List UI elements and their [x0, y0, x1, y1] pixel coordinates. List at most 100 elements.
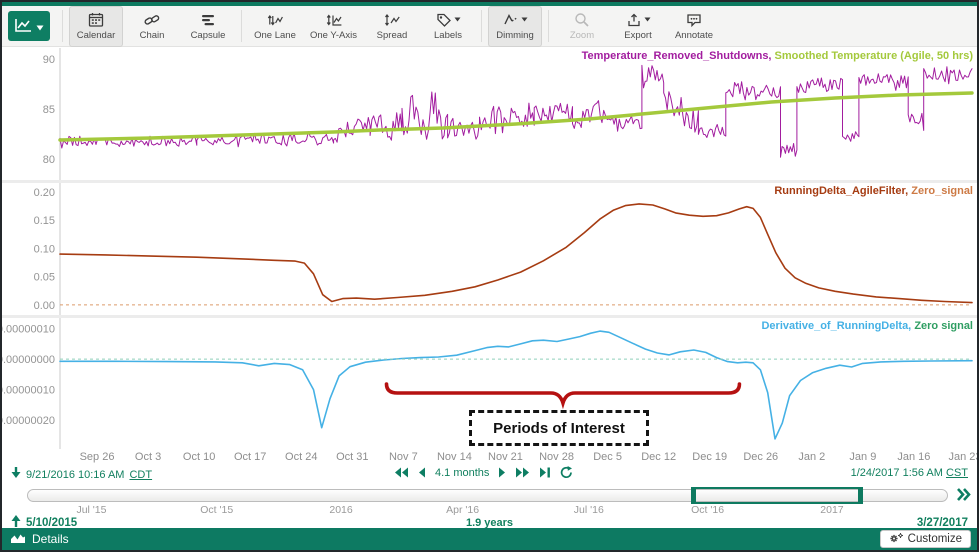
y-tick-label: 0.00000010: [2, 324, 55, 336]
refresh-icon[interactable]: [560, 466, 573, 479]
toolbar: Calendar Chain Capsule One Lane One Y-Axis Sp…: [2, 6, 977, 47]
x-axis-label: Dec 19: [692, 451, 727, 463]
x-axis-label: Jan 2: [798, 451, 825, 463]
toolbar-button-export[interactable]: Export: [611, 6, 665, 47]
trend-chart-area[interactable]: 9085800.200.150.100.050.000.000000100.00…: [2, 47, 979, 464]
toolbar-button-capsule[interactable]: Capsule: [181, 6, 235, 47]
trend-chart-icon: [14, 17, 33, 36]
toolbar-button-spread[interactable]: Spread: [365, 6, 419, 47]
legend-item[interactable]: Zero_signal: [911, 185, 973, 197]
timeline-selection-handle[interactable]: [692, 487, 862, 504]
step-forward-full-button[interactable]: [515, 467, 530, 478]
annotate-icon: [686, 11, 702, 28]
x-axis-label: Jan 16: [897, 451, 930, 463]
calendar-icon: [88, 11, 104, 28]
toolbar-button-label: Zoom: [570, 30, 594, 41]
details-bar: Details Customize: [2, 528, 977, 550]
trend-lanes-plot[interactable]: 9085800.200.150.100.050.000.000000100.00…: [2, 47, 979, 464]
toolbar-button-label: Capsule: [191, 30, 226, 41]
toolbar-button-label: Labels: [434, 30, 462, 41]
y-tick-label: 0.00: [34, 300, 55, 312]
timeline-label: Oct '15: [200, 504, 233, 516]
x-axis-label: Nov 28: [539, 451, 574, 463]
range-start-date: 5/10/2015: [26, 517, 77, 529]
toolbar-button-labels[interactable]: Labels: [421, 6, 475, 47]
x-axis-label: Nov 21: [488, 451, 523, 463]
step-to-end-button[interactable]: [539, 467, 551, 478]
toolbar-button-label: Spread: [377, 30, 408, 41]
seeq-trend-window: Calendar Chain Capsule One Lane One Y-Axis Sp…: [0, 0, 979, 552]
timeline-label: 2016: [329, 504, 352, 516]
lane-separator: [2, 180, 979, 183]
y-tick-label: 85: [43, 104, 55, 116]
y-tick-label: 0.15: [34, 215, 55, 227]
brace-annotation: [386, 384, 739, 403]
y-tick-label: 90: [43, 54, 55, 66]
step-forward-button[interactable]: [498, 467, 506, 478]
x-axis-label: Nov 14: [437, 451, 472, 463]
toolbar-button-chain[interactable]: Chain: [125, 6, 179, 47]
chevron-down-icon: [36, 19, 44, 34]
toolbar-separator: [548, 10, 549, 42]
chain-icon: [144, 11, 160, 28]
toolbar-button-one-lane[interactable]: One Lane: [248, 6, 302, 47]
y-tick-label: -0.00000010: [2, 385, 55, 397]
display-range-start: 9/21/2016 10:16 AM CDT: [11, 467, 152, 482]
start-timestamp: 9/21/2016 10:16 AM: [26, 469, 124, 481]
y-tick-label: 0.20: [34, 187, 55, 199]
legend-item[interactable]: Temperature_Removed_Shutdowns,: [582, 50, 775, 62]
toolbar-button-calendar[interactable]: Calendar: [69, 6, 123, 47]
dimming-icon: [503, 11, 528, 28]
toolbar-separator: [481, 10, 482, 42]
x-axis-label: Dec 26: [743, 451, 778, 463]
toolbar-separator: [62, 10, 63, 42]
toolbar-button-annotate[interactable]: Annotate: [667, 6, 721, 47]
one-lane-icon: [267, 11, 283, 28]
overview-timeline: Jul '15Oct '152016Apr '16Jul '16Oct '162…: [2, 486, 979, 515]
y-tick-label: -0.00000020: [2, 415, 55, 427]
lane-legend: RunningDelta_AgileFilter, Zero_signal: [774, 185, 973, 197]
x-axis-label: Nov 7: [389, 451, 418, 463]
y-tick-label: 0.05: [34, 272, 55, 284]
capsule-icon: [200, 11, 216, 28]
x-axis-label: Jan 9: [849, 451, 876, 463]
legend-item[interactable]: Smoothed Temperature (Agile, 50 hrs): [775, 50, 973, 62]
trend-view-button[interactable]: [8, 11, 50, 41]
expand-range-icon[interactable]: [956, 488, 972, 506]
duration-label[interactable]: 4.1 months: [435, 467, 489, 479]
series-path: [60, 65, 972, 157]
legend-item[interactable]: RunningDelta_AgileFilter,: [774, 185, 911, 197]
end-timestamp: 1/24/2017 1:56 AM: [851, 467, 943, 479]
legend-item[interactable]: Derivative_of_RunningDelta,: [761, 320, 914, 332]
toolbar-button-dimming[interactable]: Dimming: [488, 6, 542, 47]
periods-of-interest-annotation: Periods of Interest: [469, 410, 649, 446]
toolbar-button-zoom[interactable]: Zoom: [555, 6, 609, 47]
toolbar-button-one-y-axis[interactable]: One Y-Axis: [304, 6, 363, 47]
toolbar-button-label: Calendar: [77, 30, 116, 41]
x-axis-label: Dec 5: [593, 451, 622, 463]
end-timezone-link[interactable]: CST: [946, 467, 968, 479]
start-timezone-link[interactable]: CDT: [129, 469, 152, 481]
details-toggle[interactable]: Details: [10, 532, 69, 547]
toolbar-button-label: One Lane: [254, 30, 296, 41]
legend-item[interactable]: Zero signal: [914, 320, 973, 332]
arrow-down-icon: [11, 467, 21, 482]
x-axis-label: Oct 3: [135, 451, 161, 463]
step-back-button[interactable]: [418, 467, 426, 478]
lane-separator: [2, 315, 979, 318]
x-axis-label: Dec 12: [641, 451, 676, 463]
y-tick-label: 0.10: [34, 243, 55, 255]
toolbar-button-group: Calendar Chain Capsule One Lane One Y-Axis Sp…: [69, 6, 721, 47]
x-axis-label: Sep 26: [80, 451, 115, 463]
display-range-end: 1/24/2017 1:56 AM CST: [851, 467, 968, 479]
zoom-icon: [574, 11, 590, 28]
spread-icon: [384, 11, 400, 28]
export-icon: [626, 11, 651, 28]
labels-icon: [436, 11, 461, 28]
lane-legend: Derivative_of_RunningDelta, Zero signal: [761, 320, 973, 332]
timeline-label: Jul '15: [76, 504, 106, 516]
step-back-full-button[interactable]: [394, 467, 409, 478]
customize-button[interactable]: Customize: [880, 530, 971, 548]
y-tick-label: 80: [43, 154, 55, 166]
toolbar-button-label: Dimming: [496, 30, 533, 41]
